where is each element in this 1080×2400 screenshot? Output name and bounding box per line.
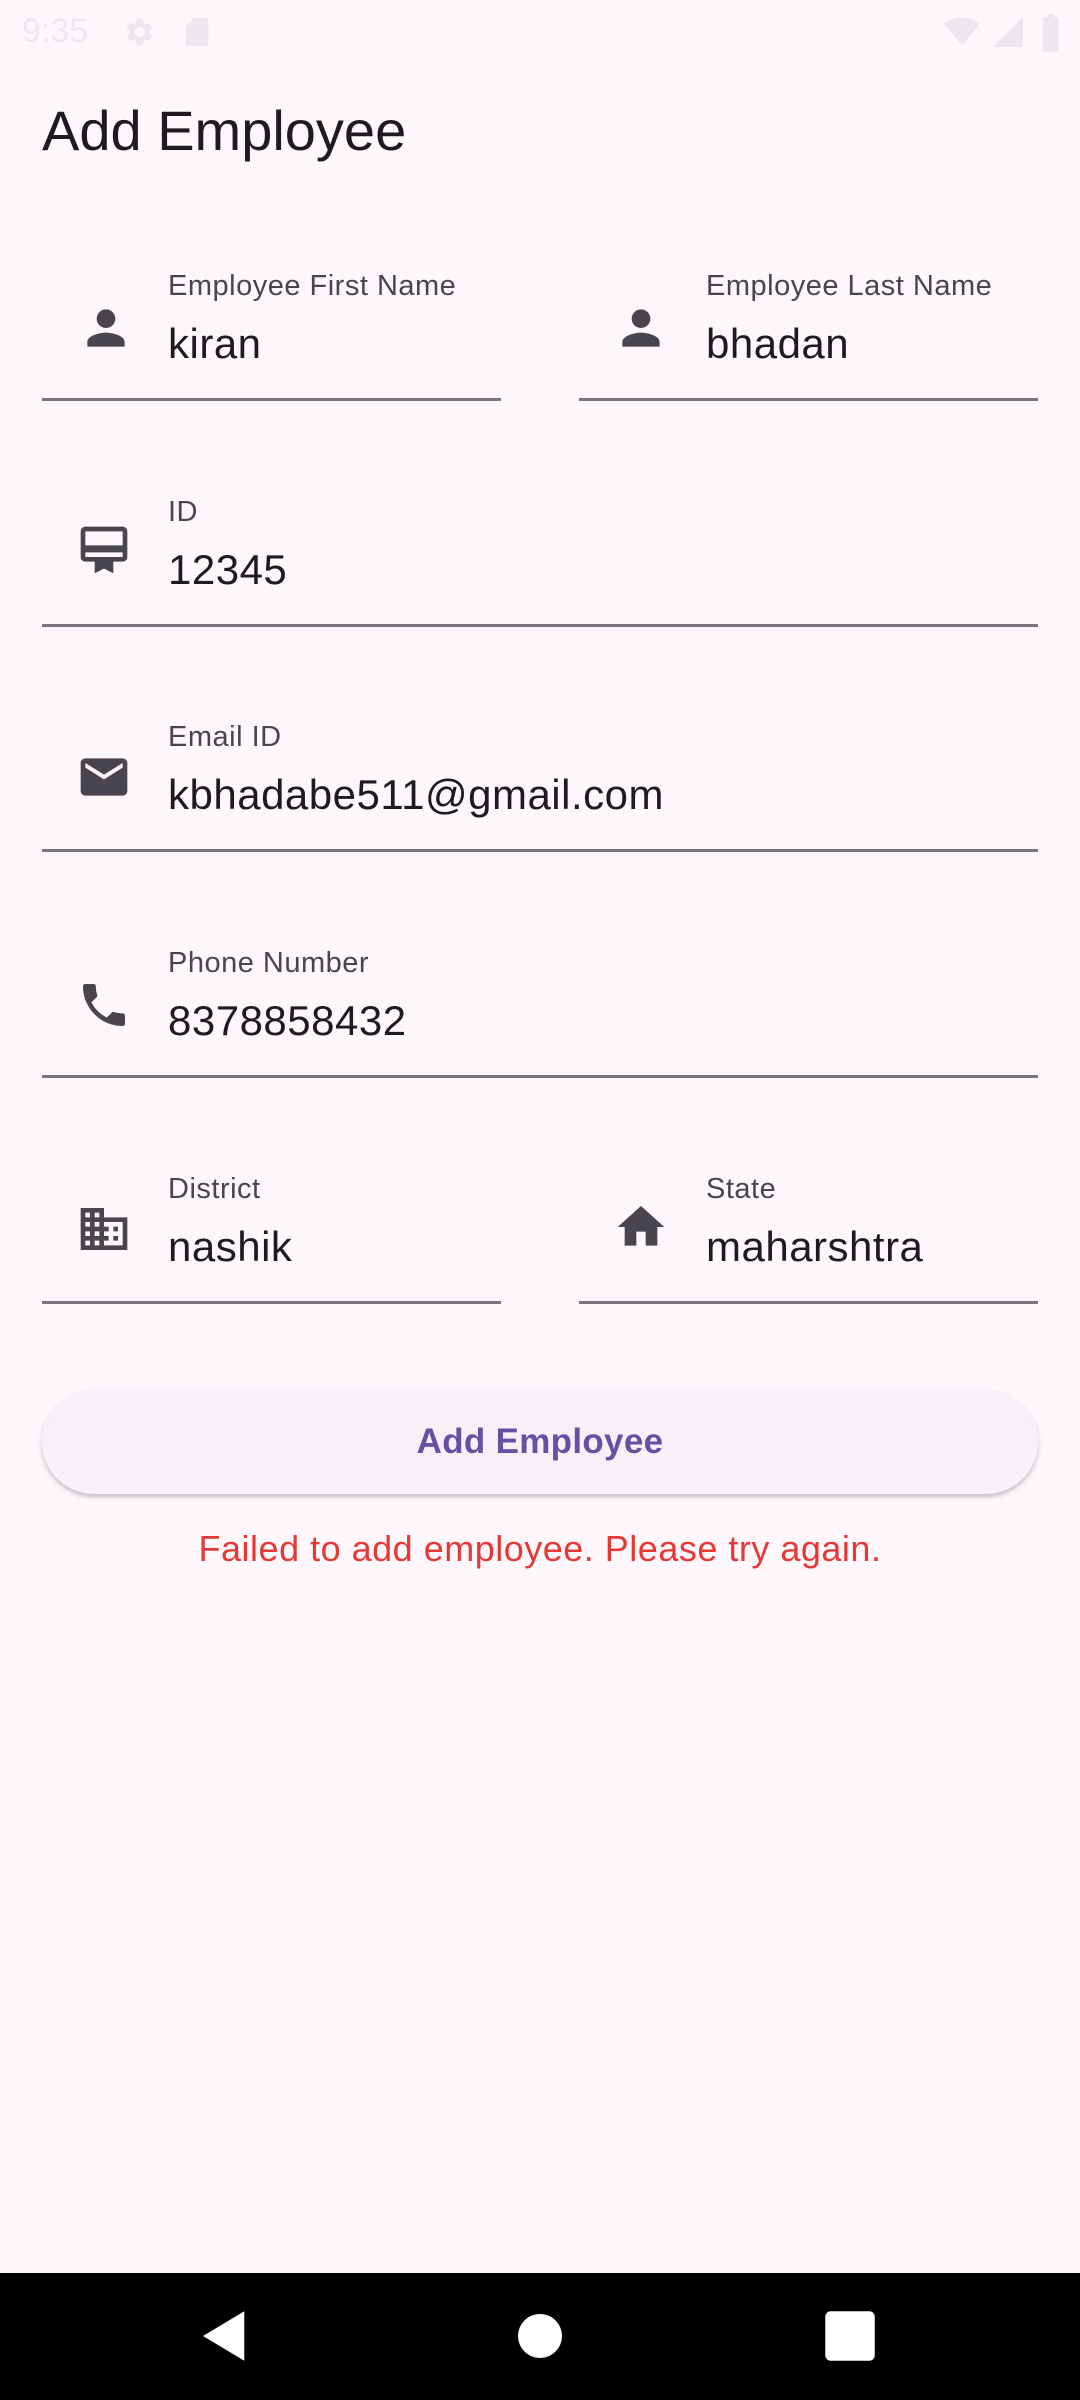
status-bar: 9:35 [0, 0, 1080, 62]
add-employee-button[interactable]: Add Employee [42, 1390, 1038, 1494]
phone-value: 8378858432 [168, 997, 407, 1044]
email-field[interactable]: Email ID kbhadabe511@gmail.com [42, 711, 1038, 852]
signal-icon [993, 17, 1023, 47]
id-field[interactable]: ID 12345 [42, 486, 1038, 627]
page-title: Add Employee [42, 99, 407, 162]
last-name-field[interactable]: Employee Last Name bhadan [579, 260, 1038, 401]
id-label: ID [168, 496, 198, 528]
badge-icon [80, 526, 128, 574]
phone-icon [83, 984, 125, 1026]
back-icon[interactable] [192, 2303, 258, 2369]
last-name-value: bhadan [706, 320, 850, 367]
error-message: Failed to add employee. Please try again… [198, 1528, 882, 1569]
state-field[interactable]: State maharshtra [579, 1163, 1038, 1304]
navigation-bar [0, 2273, 1080, 2400]
wifi-icon [944, 17, 980, 46]
screen: 9:35 Add Employee Employee First Name ki… [0, 0, 1080, 2400]
person-icon [87, 309, 125, 347]
home-icon [617, 1206, 665, 1246]
recents-icon[interactable] [817, 2303, 883, 2369]
id-value: 12345 [168, 546, 288, 593]
first-name-label: Employee First Name [168, 270, 457, 302]
battery-icon [1043, 14, 1059, 52]
settings-icon [126, 18, 153, 46]
state-label: State [706, 1173, 777, 1205]
phone-field[interactable]: Phone Number 8378858432 [42, 937, 1038, 1078]
status-time: 9:35 [22, 12, 89, 50]
phone-label: Phone Number [168, 947, 370, 979]
district-field[interactable]: District nashik [42, 1163, 501, 1304]
mail-icon [80, 758, 128, 796]
first-name-field[interactable]: Employee First Name kiran [42, 260, 501, 401]
state-value: maharshtra [706, 1223, 924, 1270]
home-icon[interactable] [507, 2303, 573, 2369]
city-icon [80, 1208, 128, 1250]
district-value: nashik [168, 1223, 293, 1270]
person-icon [622, 309, 660, 347]
email-label: Email ID [168, 721, 282, 753]
last-name-label: Employee Last Name [706, 270, 993, 302]
district-label: District [168, 1173, 261, 1205]
sd-card-icon [185, 17, 209, 47]
email-value: kbhadabe511@gmail.com [168, 771, 664, 818]
first-name-value: kiran [168, 320, 262, 367]
